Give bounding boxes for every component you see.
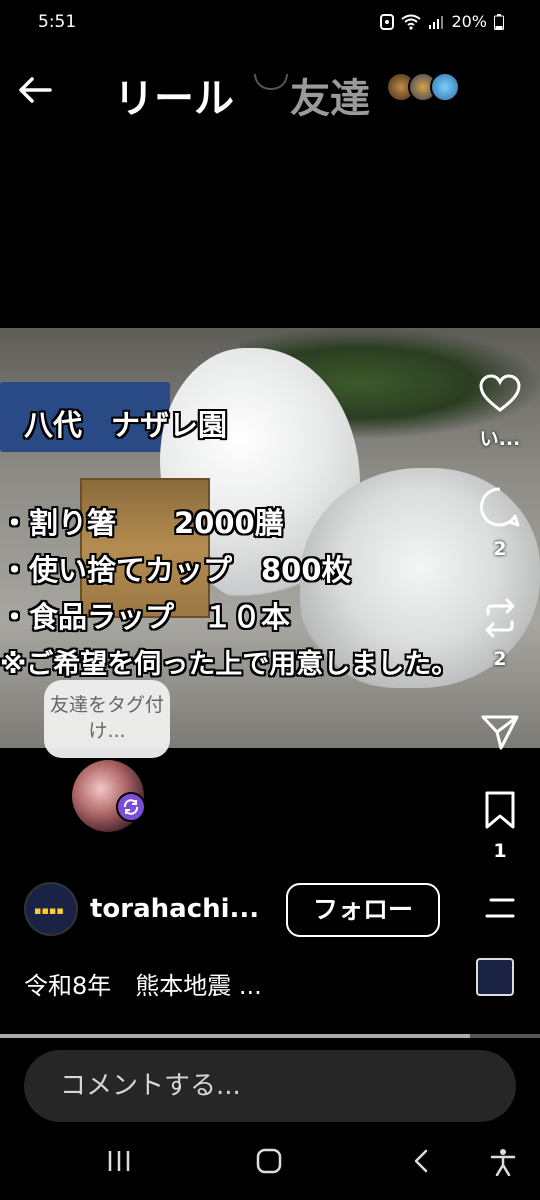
recent-apps-button[interactable] [106,1148,132,1178]
save-button[interactable]: 1 [460,790,540,862]
battery-icon [494,13,504,30]
follow-button[interactable]: フォロー [286,883,440,937]
home-button[interactable] [256,1148,282,1178]
refresh-icon [123,799,139,815]
overlay-text-line: ※ご希望を伺った上で用意しました。 [0,649,459,680]
friend-avatars[interactable] [386,72,462,104]
chevron-left-icon [414,1149,428,1173]
repost-button[interactable]: 2 [460,598,540,670]
author-username[interactable]: torahachi... [90,894,259,924]
playback-progress-fill [0,1034,470,1038]
audio-thumbnail[interactable] [476,958,514,996]
save-count: 1 [493,840,507,862]
heart-icon [479,374,521,412]
tab-friends[interactable]: 友達 [290,66,370,124]
like-label: い... [479,428,521,450]
playback-progress[interactable] [0,1034,540,1038]
comment-count: 2 [493,538,507,560]
like-button[interactable]: い... [460,374,540,451]
comment-button[interactable]: 2 [460,486,540,560]
author-row: ▪▪▪▪ torahachi... フォロー [24,882,464,938]
comment-input[interactable]: コメントする... [24,1050,516,1122]
wifi-icon [401,14,422,30]
reel-caption[interactable]: 令和8年 熊本地震 ... [24,966,262,1001]
tab-reels[interactable]: リール [114,66,234,124]
signal-icon [429,15,444,29]
tag-friends-bubble[interactable]: 友達をタグ付け... [44,680,170,758]
friend-avatar [430,72,460,102]
overlay-text-line: ・割り箸 2000膳 [0,506,284,540]
menu-icon [485,898,515,918]
remix-badge [116,792,146,822]
more-options-button[interactable] [460,896,540,920]
author-avatar-image: ▪▪▪▪ [34,904,64,917]
battery-percent: 20% [451,12,487,31]
notification-icon [380,13,395,30]
back-nav-button[interactable] [410,1148,432,1178]
back-arrow-icon [19,77,52,103]
recent-apps-icon [108,1151,130,1171]
repost-icon [485,598,515,638]
share-button[interactable] [460,712,540,752]
status-bar: 5:51 20% [0,0,540,46]
repost-count: 2 [493,648,507,670]
status-time: 5:51 [38,12,77,32]
bookmark-icon [485,791,515,829]
overlay-text-line: ・食品ラップ １０本 [0,600,291,634]
back-button[interactable] [16,70,56,110]
comment-icon [479,487,520,527]
system-navigation-bar [0,1130,540,1200]
drag-handle [254,74,288,90]
author-avatar[interactable]: ▪▪▪▪ [24,882,78,936]
overlay-text-line: 八代 ナザレ園 [24,408,228,442]
accessibility-icon [490,1149,516,1177]
tagged-avatar[interactable] [72,760,146,832]
accessibility-button[interactable] [490,1148,516,1180]
overlay-text-line: ・使い捨てカップ 800枚 [0,553,351,587]
send-icon [481,715,519,750]
top-navigation: リール 友達 [0,46,540,126]
home-icon [256,1148,282,1174]
status-icons: 20% [380,12,504,31]
